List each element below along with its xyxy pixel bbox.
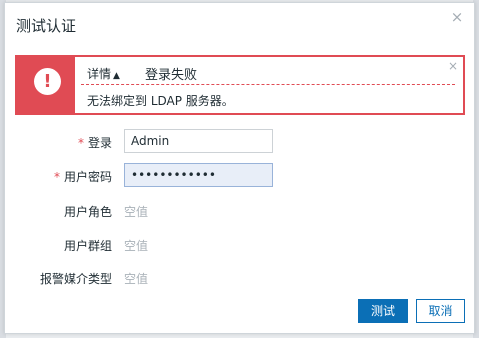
login-label: * 登录 [78,134,112,151]
password-label: * 用户密码 [54,168,112,185]
password-input[interactable] [124,163,273,187]
error-detail-message: 无法绑定到 LDAP 服务器。 [87,94,234,108]
user-role-value: 空值 [124,205,149,219]
password-label-text: 用户密码 [63,170,112,184]
test-authentication-dialog: 测试认证 × ! 详情 ▲ 登录失败 无法绑定到 LDAP 服务器。 × * 登录 … [4,2,475,334]
error-close-icon[interactable]: × [448,59,458,73]
details-toggle[interactable]: 详情 ▲ [87,65,120,82]
details-label: 详情 [87,67,112,81]
password-row: * 用户密码 [5,163,474,187]
media-types-label: 报警媒介类型 [39,272,112,286]
error-message-box: ! 详情 ▲ 登录失败 无法绑定到 LDAP 服务器。 × [15,55,465,115]
user-groups-row: 用户群组 空值 [5,232,474,256]
media-types-row: 报警媒介类型 空值 [5,265,474,289]
required-mark: * [77,136,84,150]
user-role-row: 用户角色 空值 [5,198,474,222]
error-divider [81,84,455,85]
error-title: 登录失败 [145,68,198,83]
user-groups-value: 空值 [124,239,149,253]
dialog-title: 测试认证 [16,17,77,35]
exclamation-symbol: ! [43,71,52,92]
login-input[interactable] [124,129,273,153]
user-groups-label: 用户群组 [63,239,112,253]
login-label-text: 登录 [87,136,112,150]
required-mark: * [53,170,60,184]
close-icon[interactable]: × [449,9,465,25]
media-types-value: 空值 [124,272,149,286]
triangle-up-icon: ▲ [113,71,120,81]
cancel-button[interactable]: 取消 [416,299,465,323]
user-role-label: 用户角色 [63,205,112,219]
error-icon-panel: ! [17,57,75,113]
login-row: * 登录 [5,129,474,153]
test-button[interactable]: 测试 [358,299,408,323]
exclamation-icon: ! [34,68,61,95]
